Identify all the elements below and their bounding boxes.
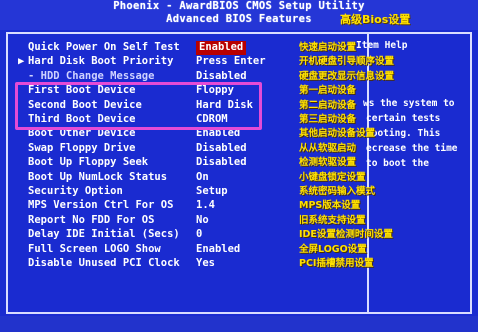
annotation-label: 全屏LOGO设置	[299, 243, 367, 255]
annotation-label: IDE设置检测时间设置	[299, 229, 393, 241]
setting-label: Delay IDE Initial (Secs)	[28, 228, 180, 241]
setting-label: Hard Disk Boot Priority	[28, 55, 174, 68]
annotation-label: 第二启动设备	[299, 99, 357, 111]
setting-value[interactable]: Disabled	[196, 142, 247, 156]
row-marker	[18, 257, 28, 271]
setting-value[interactable]: Disabled	[196, 156, 247, 170]
annotation-label: 检测软驱设置	[299, 157, 357, 169]
annotation-label: PCI插槽禁用设置	[299, 258, 374, 269]
setting-label: Security Option	[28, 185, 123, 197]
setting-row[interactable]: Quick Power On Self Test Enabled	[18, 41, 247, 55]
annotation-label: 快速启动设置	[299, 42, 357, 53]
annotation-label: 开机硬盘引导顺序设置	[299, 56, 395, 68]
setting-value[interactable]: Enabled	[196, 243, 240, 257]
setting-value[interactable]: Yes	[196, 257, 215, 271]
help-line: booting. This	[366, 128, 441, 139]
setting-value[interactable]: No	[196, 214, 209, 228]
annotation-label: 第三启动设备	[299, 114, 357, 125]
setting-label: Boot Up NumLock Status	[28, 170, 168, 183]
row-marker	[18, 243, 28, 257]
setting-row[interactable]: Security Option Setup	[18, 185, 228, 199]
setting-value[interactable]: 1.4	[196, 199, 215, 213]
row-marker	[18, 185, 28, 199]
help-line: to boot the	[366, 158, 429, 169]
title-bar: Phoenix - AwardBIOS CMOS Setup Utility A…	[0, 0, 478, 30]
chinese-title-overlay: 高级Bios设置	[340, 13, 411, 26]
annotation-label: 从从软驱启动	[299, 142, 357, 154]
row-marker	[18, 142, 28, 156]
row-marker	[18, 171, 28, 185]
help-line: certain tests	[366, 113, 441, 124]
row-marker	[18, 214, 28, 228]
annotation-label: 其他启动设备设置	[299, 128, 376, 140]
annotation-label: 硬盘更改显示信息设置	[299, 70, 395, 82]
setting-row[interactable]: Disable Unused PCI Clock Yes	[18, 257, 215, 271]
submenu-arrow-icon: ▶	[18, 55, 25, 68]
setting-row[interactable]: Swap Floppy Drive Disabled	[18, 142, 247, 156]
setting-value[interactable]: On	[196, 171, 209, 185]
row-marker	[18, 156, 28, 170]
bottom-status-bar	[0, 316, 478, 332]
row-marker	[18, 228, 28, 242]
annotation-label: 系统密码输入模式	[299, 186, 376, 197]
setting-value[interactable]: Setup	[196, 185, 228, 199]
setting-label: Swap Floppy Drive	[28, 141, 136, 154]
row-marker	[18, 199, 28, 213]
setting-row[interactable]: Full Screen LOGO Show Enabled	[18, 243, 240, 257]
setting-label: Disable Unused PCI Clock	[28, 257, 180, 269]
annotation-label: 第一启动设备	[299, 85, 357, 97]
setting-row[interactable]: ▶ Hard Disk Boot Priority Press Enter	[18, 55, 266, 69]
setting-row[interactable]: Delay IDE Initial (Secs) 0	[18, 228, 202, 242]
row-marker	[18, 41, 28, 55]
setting-row[interactable]: Boot Up NumLock Status On	[18, 171, 209, 185]
setting-label: Report No FDD For OS	[28, 213, 155, 226]
setting-value[interactable]: 0	[196, 228, 202, 242]
setting-label: MPS Version Ctrl For OS	[28, 199, 174, 212]
setting-row[interactable]: Boot Up Floppy Seek Disabled	[18, 156, 247, 170]
boot-device-highlight-box	[15, 82, 262, 130]
setting-value[interactable]: Enabled	[196, 41, 247, 55]
setting-label: Full Screen LOGO Show	[28, 242, 161, 255]
setting-label: Boot Up Floppy Seek	[28, 156, 149, 169]
annotation-label: MPS版本设置	[299, 200, 361, 212]
help-line: ecrease the time	[366, 143, 458, 154]
setting-label: Quick Power On Self Test	[28, 41, 180, 53]
annotation-label: 旧系统支持设置	[299, 214, 366, 226]
setting-row[interactable]: MPS Version Ctrl For OS 1.4	[18, 199, 215, 213]
help-line: ws the system to	[363, 98, 455, 109]
item-help-title: Item Help	[356, 40, 408, 51]
setting-value[interactable]: Press Enter	[196, 55, 266, 69]
annotation-label: 小键盘锁定设置	[299, 171, 366, 183]
setting-row[interactable]: Report No FDD For OS No	[18, 214, 209, 228]
